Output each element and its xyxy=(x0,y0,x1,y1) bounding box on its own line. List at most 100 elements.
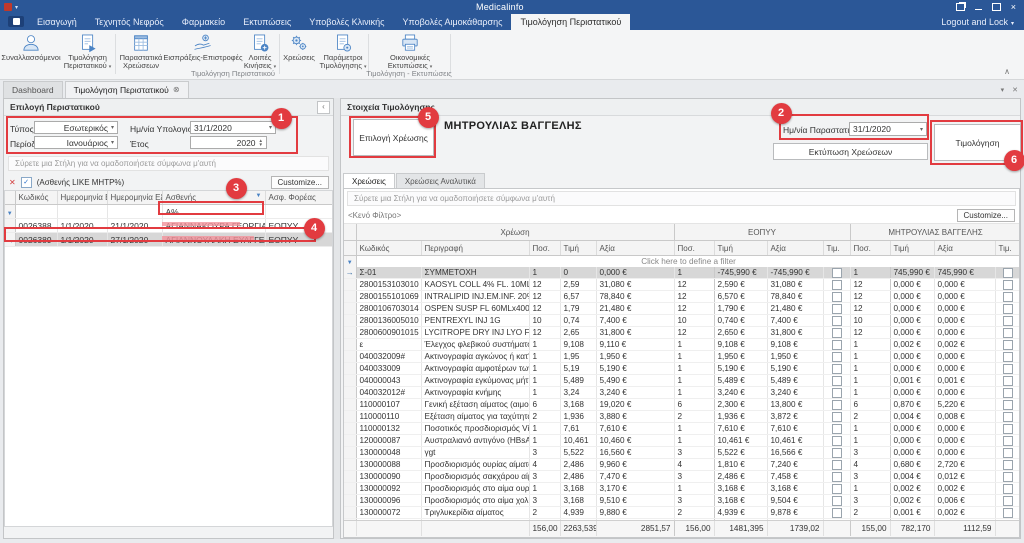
charge-row[interactable]: 110000107Γενική εξέταση αίματος (αιμοσφα… xyxy=(344,399,1020,411)
checkbox-unchecked[interactable] xyxy=(1003,280,1013,290)
filter-funnel-icon[interactable]: ▼ xyxy=(256,193,262,199)
checkbox-unchecked[interactable] xyxy=(832,364,842,374)
charge-row[interactable]: 110000110Εξέταση αίματος για ταχύτητα κα… xyxy=(344,411,1020,423)
invoice-checkbox-cell[interactable] xyxy=(995,375,1020,387)
column-header-1[interactable]: Κωδικός xyxy=(15,191,57,205)
invoice-button[interactable]: Τιμολόγηση xyxy=(934,124,1021,161)
document-tab-2[interactable]: Τιμολόγηση Περιστατικού⊗ xyxy=(65,81,189,98)
invoice-checkbox-cell[interactable] xyxy=(995,327,1020,339)
invoice-checkbox-cell[interactable] xyxy=(995,339,1020,351)
column-header-5[interactable]: Αξία xyxy=(596,241,674,256)
year-stepper[interactable]: 2020 ▲▼ xyxy=(190,136,267,149)
column-header-1[interactable]: Κωδικός xyxy=(356,241,421,256)
group-by-bar[interactable]: Σύρετε μια Στήλη για να ομαδοποιήσετε σύ… xyxy=(347,191,1016,206)
invoice-checkbox-cell[interactable] xyxy=(823,363,850,375)
invoice-checkbox-cell[interactable] xyxy=(995,399,1020,411)
checkbox-unchecked[interactable] xyxy=(832,424,842,434)
charge-row[interactable]: 2800106703014OSPEN SUSP FL 60MLx400000UN… xyxy=(344,303,1020,315)
menu-tab-1[interactable]: Εισαγωγή xyxy=(28,14,86,30)
spinner-arrows-icon[interactable]: ▲▼ xyxy=(259,139,263,147)
charge-row[interactable]: 130000096Προσδιορισμός στο αίμα χοληστερ… xyxy=(344,495,1020,507)
print-charges-button[interactable]: Εκτύπωση Χρεώσεων xyxy=(773,143,928,160)
case-row[interactable]: →00263891/1/202027/1/2020ΑΓΙΑΝΝΟΥΛΑΚΗ ΕΥ… xyxy=(5,233,333,247)
checkbox-unchecked[interactable] xyxy=(832,448,842,458)
checkbox-unchecked[interactable] xyxy=(1003,472,1013,482)
invoice-checkbox-cell[interactable] xyxy=(823,507,850,519)
autofilter-cell[interactable] xyxy=(57,205,107,219)
checkbox-unchecked[interactable] xyxy=(1003,376,1013,386)
menu-tab-6[interactable]: Υποβολές Αιμοκάθαρσης xyxy=(393,14,511,30)
checkbox-unchecked[interactable] xyxy=(1003,448,1013,458)
band-header-2[interactable]: ΕΟΠΥΥ xyxy=(674,224,850,241)
checkbox-unchecked[interactable] xyxy=(1003,508,1013,518)
logout-button[interactable]: Logout and Lock▾ xyxy=(941,14,1024,30)
invoice-checkbox-cell[interactable] xyxy=(823,459,850,471)
checkbox-unchecked[interactable] xyxy=(1003,268,1013,278)
menu-tab-7[interactable]: Τιμολόγηση Περιστατικού xyxy=(511,14,630,30)
checkbox-unchecked[interactable] xyxy=(832,304,842,314)
grid-filter-row[interactable]: ▼Click here to define a filter xyxy=(344,256,1020,268)
checkbox-unchecked[interactable] xyxy=(1003,436,1013,446)
ribbon-button-charges[interactable]: Χρεώσεις xyxy=(281,32,317,77)
period-select[interactable]: Ιανουάριος ▾ xyxy=(34,136,118,149)
charge-row[interactable]: 130000072Τριγλυκερίδια αίματος24,9399,88… xyxy=(344,507,1020,519)
ribbon-button-invoicing-parameters[interactable]: ΠαράμετροιΤιμολόγησης▾ xyxy=(318,32,368,77)
invoice-checkbox-cell[interactable] xyxy=(995,279,1020,291)
menu-tab-4[interactable]: Εκτυπώσεις xyxy=(234,14,300,30)
case-row[interactable]: 00263881/1/202021/1/2020ΑΓΙΑΝΝΑΚΟΥΡΑ ΓΕΩ… xyxy=(5,219,333,233)
select-charge-button[interactable]: Επιλογή Χρέωσης xyxy=(353,119,434,156)
band-header-3[interactable]: ΜΗΤΡΟΥΛΙΑΣ ΒΑΓΓΕΛΗΣ xyxy=(850,224,1020,241)
checkbox-unchecked[interactable] xyxy=(832,388,842,398)
column-header-11[interactable]: Τιμή xyxy=(890,241,934,256)
switch-windows-icon[interactable] xyxy=(956,3,965,11)
invoice-checkbox-cell[interactable] xyxy=(823,399,850,411)
menu-tab-5[interactable]: Υποβολές Κλινικής xyxy=(300,14,393,30)
close-tab-icon[interactable]: ⊗ xyxy=(173,82,180,98)
checkbox-unchecked[interactable] xyxy=(1003,424,1013,434)
checkbox-unchecked[interactable] xyxy=(832,496,842,506)
type-select[interactable]: Εσωτερικός ▾ xyxy=(34,121,118,134)
charge-row[interactable]: 2800155101069INTRALIPID INJ.EM.INF. 20% … xyxy=(344,291,1020,303)
invoice-checkbox-cell[interactable] xyxy=(995,291,1020,303)
clear-filter-icon[interactable]: ✕ xyxy=(9,178,16,187)
checkbox-unchecked[interactable] xyxy=(1003,388,1013,398)
charge-row[interactable]: →Σ-01ΣΥΜΜΕΤΟΧΗ100,000 €1-745,990 €-745,9… xyxy=(344,267,1020,279)
checkbox-unchecked[interactable] xyxy=(1003,352,1013,362)
filter-enabled-checkbox[interactable]: ✓ xyxy=(21,177,32,188)
column-header-7[interactable]: Τιμή xyxy=(714,241,767,256)
column-header-3[interactable]: Ημερομηνία Εξόδου xyxy=(107,191,162,205)
invoice-checkbox-cell[interactable] xyxy=(823,435,850,447)
column-header-2[interactable]: Περιγραφή xyxy=(421,241,529,256)
invoice-checkbox-cell[interactable] xyxy=(823,387,850,399)
tab-list-icon[interactable]: ▾ xyxy=(1001,86,1005,94)
checkbox-unchecked[interactable] xyxy=(1003,340,1013,350)
checkbox-unchecked[interactable] xyxy=(832,400,842,410)
invoice-checkbox-cell[interactable] xyxy=(995,387,1020,399)
checkbox-unchecked[interactable] xyxy=(832,280,842,290)
invoice-checkbox-cell[interactable] xyxy=(823,339,850,351)
band-header-1[interactable]: Χρέωση xyxy=(356,224,674,241)
customize-filter-button[interactable]: Customize... xyxy=(957,209,1015,222)
invoice-checkbox-cell[interactable] xyxy=(995,351,1020,363)
checkbox-unchecked[interactable] xyxy=(832,472,842,482)
charge-row[interactable]: 040032012#Ακτινογραφία κνήμης13,243,240 … xyxy=(344,387,1020,399)
left-grid-autofilter-row[interactable]: ▼Α% xyxy=(5,205,333,219)
invoice-checkbox-cell[interactable] xyxy=(823,471,850,483)
calc-date-select[interactable]: 31/1/2020 ▾ xyxy=(190,121,276,134)
group-by-bar[interactable]: Σύρετε μια Στήλη για να ομαδοποιήσετε σύ… xyxy=(8,156,329,171)
invoice-checkbox-cell[interactable] xyxy=(995,459,1020,471)
tab-close-icon[interactable]: ✕ xyxy=(1012,86,1018,94)
quick-access-toolbar[interactable]: ▾ xyxy=(0,3,44,11)
charge-row[interactable]: 120000087Αυστραλιανό αντιγόνο (HBsAg)110… xyxy=(344,435,1020,447)
column-header-3[interactable]: Ποσ. xyxy=(529,241,560,256)
invoice-checkbox-cell[interactable] xyxy=(995,495,1020,507)
invoice-checkbox-cell[interactable] xyxy=(995,267,1020,279)
invoice-checkbox-cell[interactable] xyxy=(823,315,850,327)
invoice-checkbox-cell[interactable] xyxy=(995,423,1020,435)
invoice-checkbox-cell[interactable] xyxy=(995,471,1020,483)
define-filter-cell[interactable]: Click here to define a filter xyxy=(356,256,1020,268)
checkbox-unchecked[interactable] xyxy=(832,436,842,446)
checkbox-unchecked[interactable] xyxy=(832,328,842,338)
column-header-10[interactable]: Ποσ. xyxy=(850,241,890,256)
invoice-checkbox-cell[interactable] xyxy=(823,279,850,291)
